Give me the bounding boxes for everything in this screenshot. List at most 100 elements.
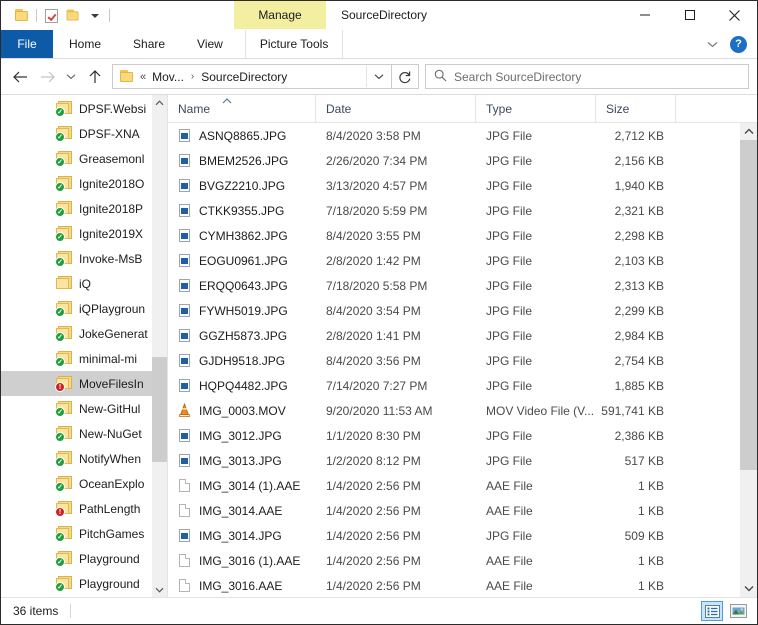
sidebar-item-ignite2019x[interactable]: ✓ Ignite2019X: [1, 221, 152, 246]
forward-button[interactable]: [34, 64, 61, 90]
table-row[interactable]: IMG_3014.JPG 1/4/2020 2:56 PM JPG File 509 …: [168, 523, 757, 548]
breadcrumb-chevron-down-icon[interactable]: [366, 66, 391, 87]
explorer-icon[interactable]: [11, 5, 33, 27]
folder-icon: ✓: [55, 201, 73, 217]
breadcrumb-segment-parent[interactable]: Mov...: [150, 70, 186, 84]
sidebar-item-iqplaygroun[interactable]: ✓ iQPlaygroun: [1, 296, 152, 321]
help-button[interactable]: ?: [730, 35, 747, 53]
folder-icon: ✓: [55, 351, 73, 367]
up-button[interactable]: [81, 64, 108, 90]
list-scroll-up-chevron-up-icon[interactable]: [740, 123, 757, 140]
cell-size: 591,741 KB: [601, 403, 664, 418]
table-row[interactable]: GGZH5873.JPG 2/8/2020 1:41 PM JPG File 2,98…: [168, 323, 757, 348]
table-row[interactable]: BVGZ2210.JPG 3/13/2020 4:57 PM JPG File 1,9…: [168, 173, 757, 198]
breadcrumb[interactable]: « Mov... › SourceDirectory: [112, 64, 392, 89]
ribbon-tab-bar: File Home Share View Picture Tools ?: [1, 30, 757, 59]
table-row[interactable]: IMG_0003.MOV 9/20/2020 11:53 AM MOV Video …: [168, 398, 757, 423]
large-icons-view-icon[interactable]: [727, 601, 749, 621]
tab-share[interactable]: Share: [117, 30, 181, 58]
sidebar-item-pitchgames[interactable]: ✓ PitchGames: [1, 521, 152, 546]
table-row[interactable]: IMG_3014 (1).AAE 1/4/2020 2:56 PM AAE File…: [168, 473, 757, 498]
sidebar-item-movefilesin[interactable]: ! MoveFilesIn: [1, 371, 152, 396]
collapse-ribbon-chevron-up-icon[interactable]: [702, 34, 722, 54]
synced-check-icon: ✓: [55, 307, 65, 317]
close-icon[interactable]: [712, 1, 757, 29]
sidebar-item-new-nuget[interactable]: ✓ New-NuGet: [1, 421, 152, 446]
refresh-icon[interactable]: [392, 64, 419, 89]
table-row[interactable]: GJDH9518.JPG 8/4/2020 3:56 PM JPG File 2,75…: [168, 348, 757, 373]
properties-icon[interactable]: [40, 5, 62, 27]
table-row[interactable]: CYMH3862.JPG 8/4/2020 3:55 PM JPG File 2,29…: [168, 223, 757, 248]
column-header-name[interactable]: Name: [168, 95, 316, 122]
tab-home[interactable]: Home: [53, 30, 117, 58]
sidebar-item-dpsf-xna[interactable]: ✓ DPSF-XNA: [1, 121, 152, 146]
folder-icon: ✓: [55, 326, 73, 342]
table-row[interactable]: EOGU0961.JPG 2/8/2020 1:42 PM JPG File 2,10…: [168, 248, 757, 273]
sidebar-item-oceanexplo[interactable]: ✓ OceanExplo: [1, 471, 152, 496]
column-header-type[interactable]: Type: [476, 95, 596, 122]
sidebar-item-label: DPSF.Websi: [79, 101, 147, 116]
table-row[interactable]: FYWH5019.JPG 8/4/2020 3:54 PM JPG File 2,29…: [168, 298, 757, 323]
sidebar-item-playground[interactable]: ✓ Playground: [1, 546, 152, 571]
sidebar-item-new-githul[interactable]: ✓ New-GitHul: [1, 396, 152, 421]
synced-check-icon: ✓: [55, 432, 65, 442]
sidebar-item-pathlength[interactable]: ! PathLength: [1, 496, 152, 521]
file-list-scrollbar-thumb[interactable]: [740, 140, 757, 470]
sidebar-item-playground[interactable]: ✓ Playground: [1, 571, 152, 596]
table-row[interactable]: ASNQ8865.JPG 8/4/2020 3:58 PM JPG File 2,71…: [168, 123, 757, 148]
cell-date: 8/4/2020 3:58 PM: [326, 128, 421, 143]
tab-picture-tools[interactable]: Picture Tools: [244, 30, 344, 58]
column-header-date[interactable]: Date: [316, 95, 476, 122]
tab-file[interactable]: File: [1, 30, 53, 58]
customize-quick-access-chevron-down-icon[interactable]: [84, 5, 106, 27]
sidebar-item-label: OceanExplo: [79, 476, 145, 491]
minimize-icon[interactable]: [622, 1, 667, 29]
sidebar-item-greasemonl[interactable]: ✓ Greasemonl: [1, 146, 152, 171]
conflict-exclamation-icon: !: [55, 382, 65, 392]
synced-check-icon: ✓: [55, 157, 65, 167]
nav-scrollbar-thumb[interactable]: [152, 357, 167, 462]
sidebar-item-iq[interactable]: iQ: [1, 271, 152, 296]
breadcrumb-overflow[interactable]: «: [140, 71, 150, 83]
folder-icon: [56, 276, 73, 291]
maximize-icon[interactable]: [667, 1, 712, 29]
cell-type: MOV Video File (V...: [486, 403, 595, 418]
details-view-icon[interactable]: [701, 601, 723, 621]
sidebar-item-ignite2018o[interactable]: ✓ Ignite2018O: [1, 171, 152, 196]
table-row[interactable]: IMG_3013.JPG 1/2/2020 8:12 PM JPG File 517 …: [168, 448, 757, 473]
new-folder-icon[interactable]: [62, 5, 84, 27]
recent-locations-chevron-down-icon[interactable]: [61, 64, 81, 90]
table-row[interactable]: IMG_3016.AAE 1/4/2020 2:56 PM AAE File 1 KB: [168, 573, 757, 597]
sidebar-item-invoke-msb[interactable]: ✓ Invoke-MsB: [1, 246, 152, 271]
table-row[interactable]: CTKK9355.JPG 7/18/2020 5:59 PM JPG File 2,3…: [168, 198, 757, 223]
sidebar-item-minimal-mi[interactable]: ✓ minimal-mi: [1, 346, 152, 371]
sidebar-item-notifywhen[interactable]: ✓ NotifyWhen: [1, 446, 152, 471]
file-name: FYWH5019.JPG: [199, 303, 288, 318]
synced-check-icon: ✓: [55, 107, 65, 117]
back-button[interactable]: [7, 64, 34, 90]
nav-scroll-up-chevron-up-icon[interactable]: [152, 95, 167, 110]
list-scroll-down-chevron-down-icon[interactable]: [740, 580, 757, 597]
column-header-size[interactable]: Size: [596, 95, 676, 122]
table-row[interactable]: HQPQ4482.JPG 7/14/2020 7:27 PM JPG File 1,8…: [168, 373, 757, 398]
tab-view[interactable]: View: [181, 30, 239, 58]
file-list-scrollbar[interactable]: [740, 123, 757, 597]
jpg-file-icon: [178, 328, 191, 343]
search-input[interactable]: Search SourceDirectory: [425, 64, 749, 89]
nav-scroll-down-chevron-down-icon[interactable]: [152, 582, 167, 597]
cell-size: 1,940 KB: [614, 178, 664, 193]
table-row[interactable]: IMG_3012.JPG 1/1/2020 8:30 PM JPG File 2,38…: [168, 423, 757, 448]
jpg-file-icon: [178, 378, 191, 393]
table-row[interactable]: IMG_3016 (1).AAE 1/4/2020 2:56 PM AAE File…: [168, 548, 757, 573]
cell-name: IMG_3013.JPG: [168, 453, 316, 468]
contextual-tab-group-manage[interactable]: Manage: [234, 1, 326, 29]
table-row[interactable]: IMG_3014.AAE 1/4/2020 2:56 PM AAE File 1 KB: [168, 498, 757, 523]
sidebar-item-dpsf-websi[interactable]: ✓ DPSF.Websi: [1, 96, 152, 121]
table-row[interactable]: ERQQ0643.JPG 7/18/2020 5:58 PM JPG File 2,3…: [168, 273, 757, 298]
sidebar-item-jokegenerat[interactable]: ✓ JokeGenerat: [1, 321, 152, 346]
navigation-pane-scrollbar[interactable]: [152, 95, 167, 597]
cell-name: IMG_3012.JPG: [168, 428, 316, 443]
sidebar-item-ignite2018p[interactable]: ✓ Ignite2018P: [1, 196, 152, 221]
breadcrumb-segment-current[interactable]: SourceDirectory: [199, 70, 289, 84]
table-row[interactable]: BMEM2526.JPG 2/26/2020 7:34 PM JPG File 2,1…: [168, 148, 757, 173]
